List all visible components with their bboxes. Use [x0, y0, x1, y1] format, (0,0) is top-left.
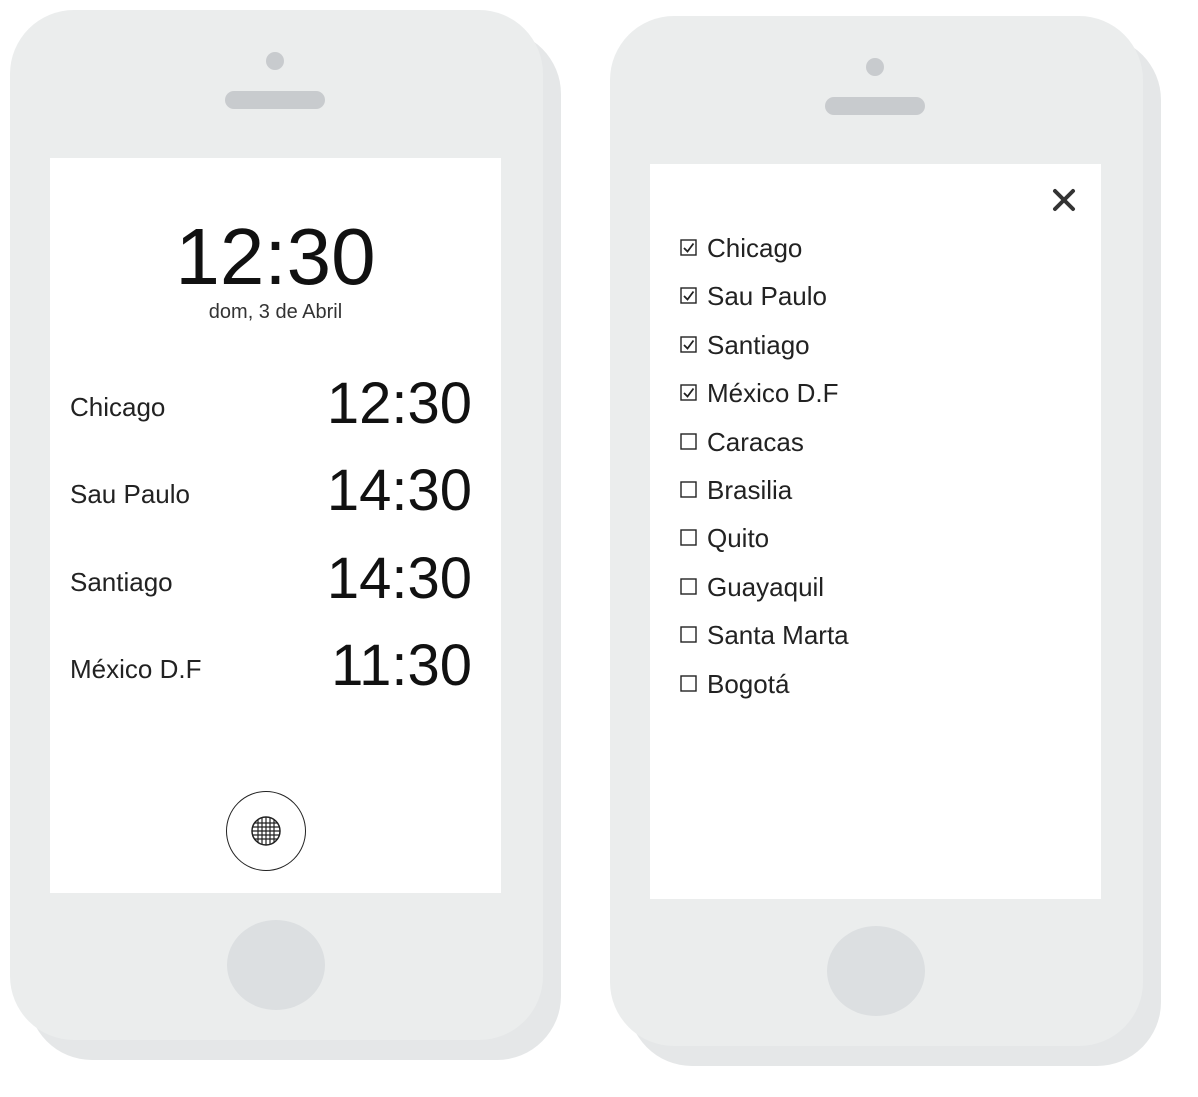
city-name: Sau Paulo: [70, 479, 190, 509]
checkbox-checked-icon[interactable]: [680, 287, 698, 305]
close-button[interactable]: [1048, 184, 1080, 216]
checkbox-checked-icon[interactable]: [680, 336, 698, 354]
city-option[interactable]: Sau Paulo: [680, 278, 827, 314]
home-button[interactable]: [827, 926, 925, 1016]
city-option[interactable]: Caracas: [680, 424, 804, 460]
city-option-label: Chicago: [707, 233, 803, 263]
city-row-sau-paulo: Sau Paulo 14:30: [70, 457, 472, 527]
city-option-label: Santa Marta: [707, 620, 849, 650]
phone-right: Chicago Sau Paulo Santiago México D.F Caraca…: [610, 16, 1143, 1046]
city-option[interactable]: Chicago: [680, 230, 802, 266]
city-option-label: Santiago: [707, 330, 810, 360]
city-option-label: Guayaquil: [707, 572, 825, 602]
city-time: 12:30: [326, 371, 472, 436]
checkbox-empty-icon[interactable]: [680, 529, 698, 547]
city-name: Santiago: [70, 567, 173, 597]
city-option[interactable]: Bogotá: [680, 666, 789, 702]
city-option-label: Sau Paulo: [707, 281, 827, 311]
checkbox-empty-icon[interactable]: [680, 481, 698, 499]
main-time: 12:30: [175, 212, 376, 301]
city-option[interactable]: Santa Marta: [680, 617, 849, 653]
checkbox-checked-icon[interactable]: [680, 384, 698, 402]
checkbox-checked-icon[interactable]: [680, 239, 698, 257]
city-option-label: Bogotá: [707, 669, 790, 699]
world-clock-screen: 12:30 dom, 3 de Abril Chicago 12:30 Sau …: [50, 158, 501, 893]
city-name: Chicago: [70, 392, 166, 422]
city-row-mexico: México D.F 11:30: [70, 632, 472, 702]
city-option[interactable]: Santiago: [680, 327, 810, 363]
city-option[interactable]: Brasilia: [680, 472, 792, 508]
city-option[interactable]: México D.F: [680, 375, 838, 411]
select-cities-button[interactable]: [226, 791, 306, 871]
city-time: 14:30: [326, 458, 472, 523]
city-option[interactable]: Quito: [680, 520, 769, 556]
city-time: 14:30: [326, 546, 472, 611]
home-button[interactable]: [227, 920, 325, 1010]
close-icon: [1053, 189, 1075, 211]
city-option-label: Quito: [707, 523, 770, 553]
city-option-label: Caracas: [707, 427, 804, 457]
camera-icon: [866, 58, 884, 76]
city-option-label: Brasilia: [707, 475, 793, 505]
city-selection-screen: Chicago Sau Paulo Santiago México D.F Caraca…: [650, 164, 1101, 899]
globe-icon: [251, 816, 281, 846]
city-row-chicago: Chicago 12:30: [70, 370, 472, 440]
checkbox-empty-icon[interactable]: [680, 675, 698, 693]
checkbox-empty-icon[interactable]: [680, 626, 698, 644]
camera-icon: [266, 52, 284, 70]
checkbox-empty-icon[interactable]: [680, 433, 698, 451]
city-option-label: México D.F: [707, 378, 839, 408]
speaker-grille: [225, 91, 325, 109]
city-row-santiago: Santiago 14:30: [70, 545, 472, 615]
city-option[interactable]: Guayaquil: [680, 569, 824, 605]
speaker-grille: [825, 97, 925, 115]
city-time: 11:30: [331, 633, 472, 698]
city-name: México D.F: [70, 654, 202, 684]
phone-left: 12:30 dom, 3 de Abril Chicago 12:30 Sau …: [10, 10, 543, 1040]
checkbox-empty-icon[interactable]: [680, 578, 698, 596]
main-date: dom, 3 de Abril: [208, 301, 343, 323]
